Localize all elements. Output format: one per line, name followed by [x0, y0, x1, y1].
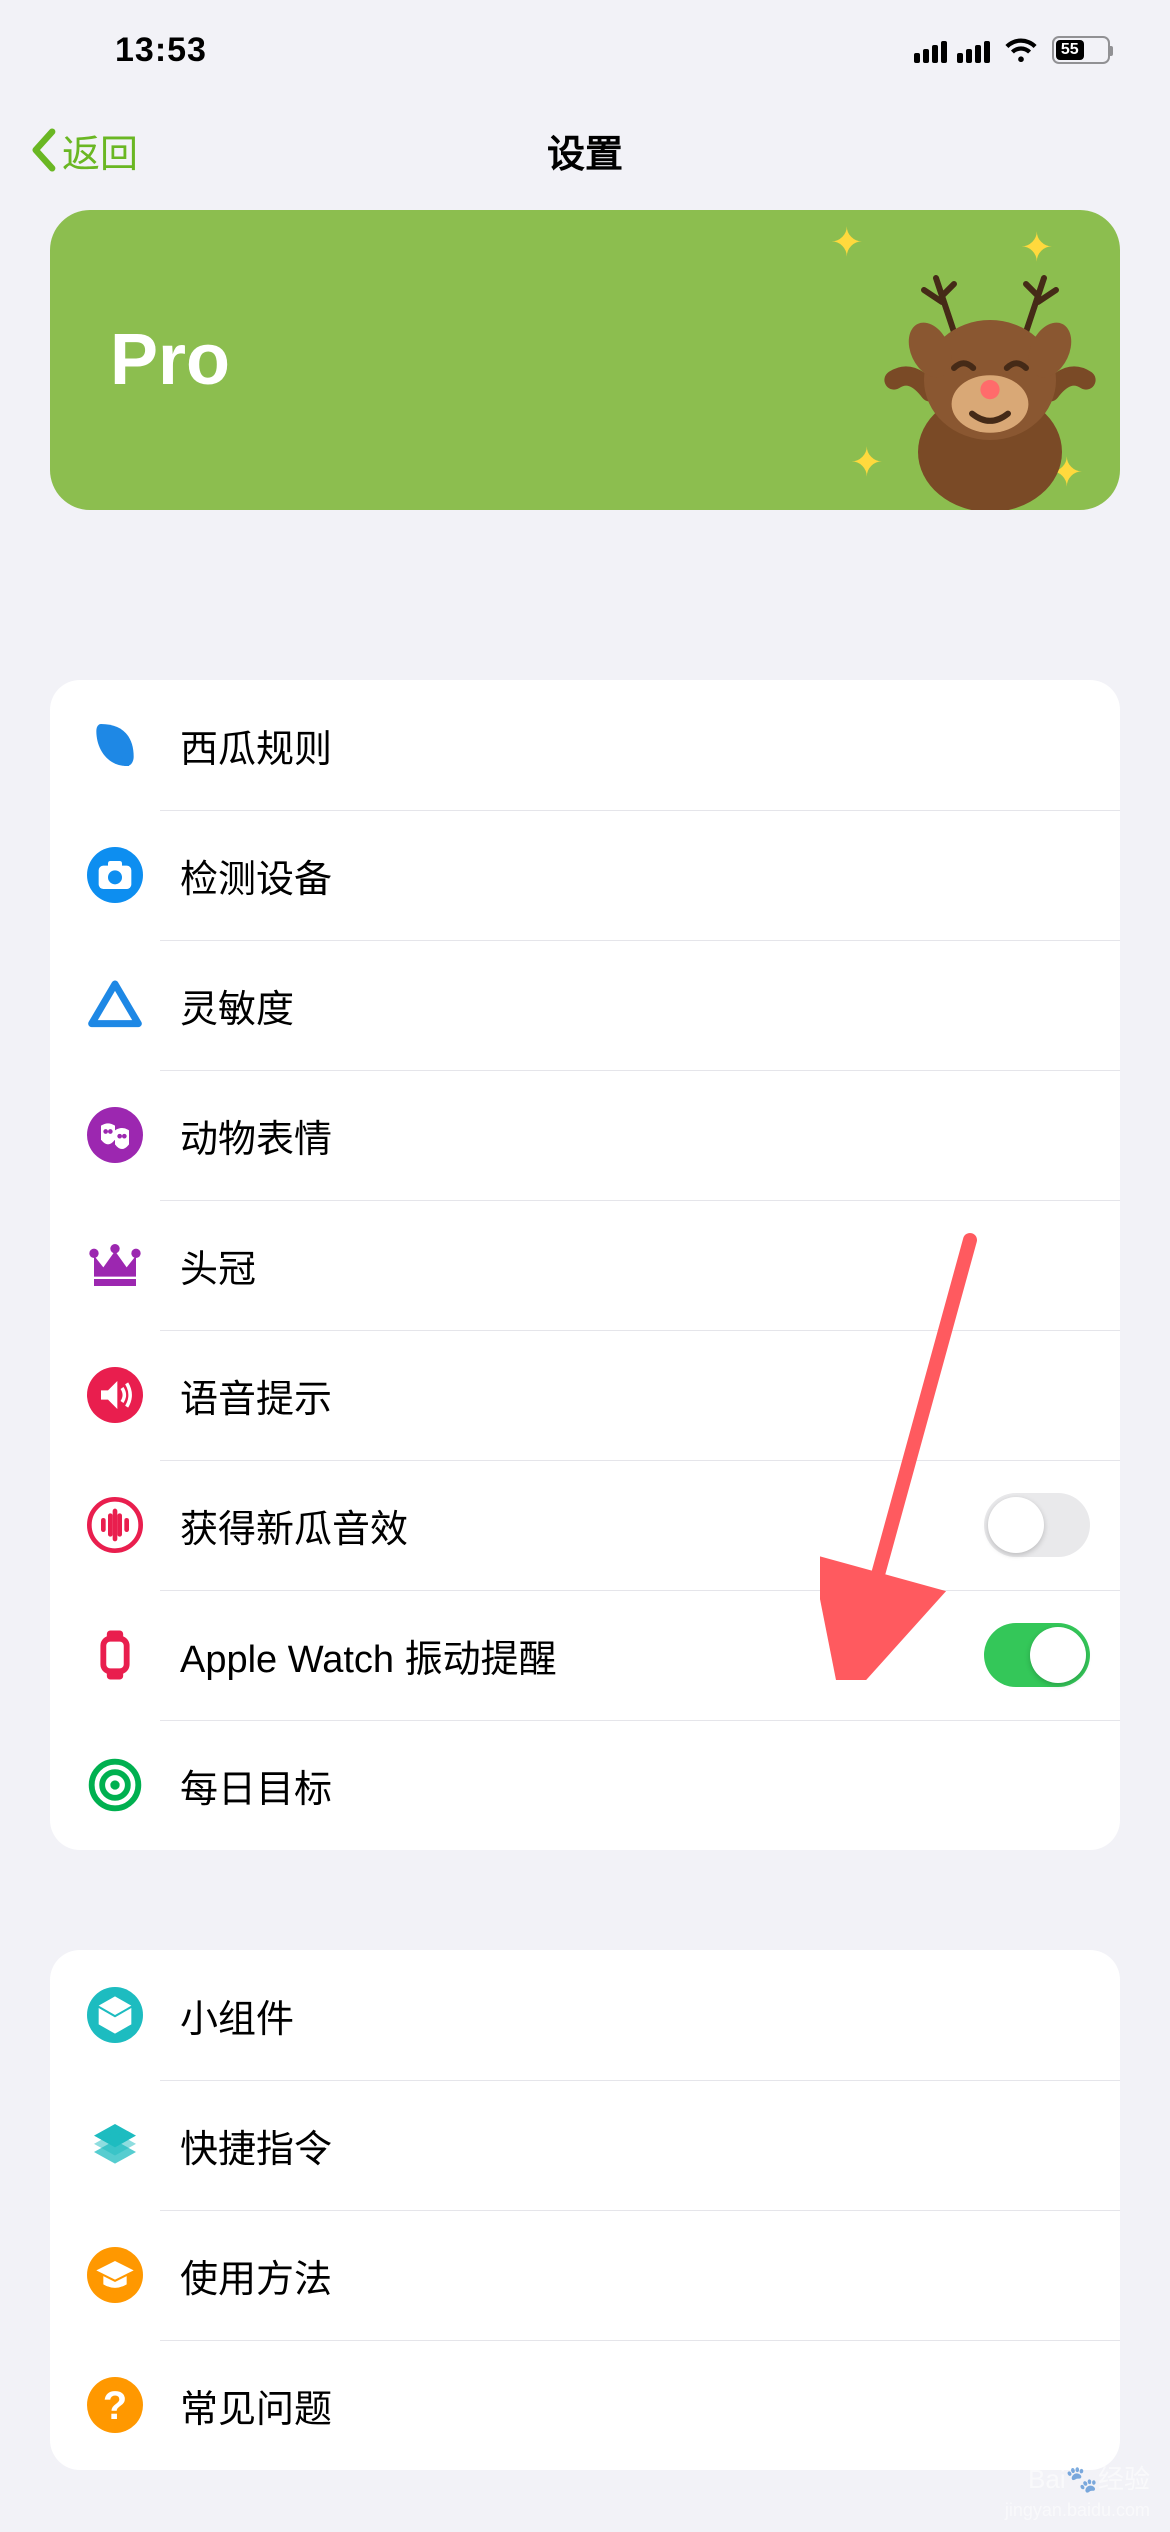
new-melon-sound-toggle[interactable] [984, 1493, 1090, 1557]
row-shortcuts[interactable]: 快捷指令 [50, 2080, 1120, 2210]
battery-icon: 55 [1052, 36, 1110, 64]
apple-watch-haptic-toggle[interactable] [984, 1623, 1090, 1687]
row-label: 西瓜规则 [180, 718, 1090, 773]
row-daily-goal[interactable]: 每日目标 [50, 1720, 1120, 1850]
pro-card[interactable]: Pro ✦ ✦ ✦ ✦ [50, 210, 1120, 510]
row-label: 灵敏度 [180, 978, 1090, 1033]
row-label: 检测设备 [180, 848, 1090, 903]
battery-level: 55 [1056, 40, 1084, 60]
cellular-signal2-icon [957, 37, 990, 63]
row-detect-device[interactable]: 检测设备 [50, 810, 1120, 940]
apple-watch-icon [80, 1620, 150, 1690]
row-sensitivity[interactable]: 灵敏度 [50, 940, 1120, 1070]
settings-section-2: 小组件 快捷指令 使用方法 ? 常见问题 [50, 1950, 1120, 2470]
row-label: 使用方法 [180, 2248, 1090, 2303]
row-label: 常见问题 [180, 2378, 1090, 2433]
back-label: 返回 [62, 123, 138, 178]
cellular-signal-icon [914, 37, 947, 63]
row-animal-emoji[interactable]: 动物表情 [50, 1070, 1120, 1200]
row-label: 头冠 [180, 1238, 1090, 1293]
back-button[interactable]: 返回 [30, 123, 138, 178]
row-label: Apple Watch 振动提醒 [180, 1628, 984, 1683]
row-label: 快捷指令 [180, 2118, 1090, 2173]
soundwave-icon [80, 1490, 150, 1560]
row-watermelon-rules[interactable]: 西瓜规则 [50, 680, 1120, 810]
row-how-to-use[interactable]: 使用方法 [50, 2210, 1120, 2340]
triangle-icon [80, 970, 150, 1040]
crown-icon [80, 1230, 150, 1300]
row-crown[interactable]: 头冠 [50, 1200, 1120, 1330]
speaker-icon [80, 1360, 150, 1430]
question-icon: ? [80, 2370, 150, 2440]
status-indicators: 55 [914, 33, 1110, 67]
row-label: 每日目标 [180, 1758, 1090, 1813]
pro-label: Pro [110, 319, 230, 401]
row-apple-watch-haptic: Apple Watch 振动提醒 [50, 1590, 1120, 1720]
row-faq[interactable]: ? 常见问题 [50, 2340, 1120, 2470]
settings-section-1: 西瓜规则 检测设备 灵敏度 动物表情 头冠 语音提示 获得新瓜音效 [50, 680, 1120, 1850]
deer-illustration: ✦ ✦ ✦ ✦ [820, 210, 1120, 510]
row-label: 动物表情 [180, 1108, 1090, 1163]
row-new-melon-sound: 获得新瓜音效 [50, 1460, 1120, 1590]
page-title: 设置 [547, 123, 623, 178]
leaf-icon [80, 710, 150, 780]
row-label: 语音提示 [180, 1368, 1090, 1423]
svg-text:?: ? [103, 2384, 127, 2428]
masks-icon [80, 1100, 150, 1170]
graduation-cap-icon [80, 2240, 150, 2310]
watermark: Bai🐾经验 jingyan.baidu.com [1005, 2465, 1150, 2522]
status-bar: 13:53 55 [0, 0, 1170, 100]
target-icon [80, 1750, 150, 1820]
row-label: 小组件 [180, 1988, 1090, 2043]
wifi-icon [1004, 33, 1038, 67]
cube-icon [80, 1980, 150, 2050]
row-label: 获得新瓜音效 [180, 1498, 984, 1553]
camera-icon [80, 840, 150, 910]
chevron-left-icon [30, 128, 56, 172]
row-widget[interactable]: 小组件 [50, 1950, 1120, 2080]
status-time: 13:53 [115, 31, 207, 70]
row-voice-prompt[interactable]: 语音提示 [50, 1330, 1120, 1460]
layers-icon [80, 2110, 150, 2180]
nav-bar: 返回 设置 [0, 100, 1170, 200]
